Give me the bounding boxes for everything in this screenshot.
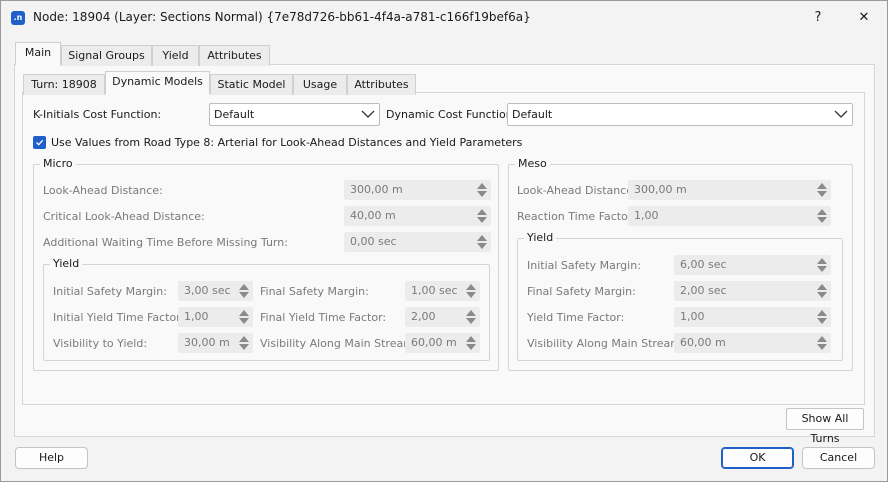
meso-title: Meso — [515, 157, 550, 170]
tab-turn-18908[interactable]: Turn: 18908 — [23, 74, 105, 95]
app-icon: .n — [11, 11, 25, 25]
spinbox[interactable]: 1,00 — [178, 307, 253, 327]
spin-arrows-icon[interactable] — [238, 335, 250, 351]
tab-attributes[interactable]: Attributes — [199, 45, 270, 66]
spinbox[interactable]: 0,00 sec — [344, 232, 491, 252]
k-initials-value: Default — [214, 108, 255, 121]
help-title-button[interactable]: ? — [803, 7, 833, 29]
field-label: Final Safety Margin: — [260, 285, 369, 298]
k-initials-combo[interactable]: Default — [209, 103, 380, 126]
spinbox[interactable]: 60,00 m — [674, 333, 831, 353]
field-label: Additional Waiting Time Before Missing T… — [43, 236, 288, 249]
field-label: Final Yield Time Factor: — [260, 311, 387, 324]
meso-yield-title: Yield — [524, 231, 557, 244]
spinbox-value: 0,00 sec — [350, 235, 397, 248]
field-label: Initial Safety Margin: — [527, 259, 641, 272]
dialog-window: .n Node: 18904 (Layer: Sections Normal) … — [0, 0, 888, 482]
spinbox-value: 3,00 sec — [184, 284, 231, 297]
spinbox-value: 300,00 m — [634, 183, 687, 196]
field-label: Final Safety Margin: — [527, 285, 636, 298]
micro-yield-title: Yield — [50, 257, 83, 270]
tab-yield[interactable]: Yield — [152, 45, 199, 66]
use-values-checkbox[interactable] — [33, 136, 46, 149]
spinbox[interactable]: 40,00 m — [344, 206, 491, 226]
spinbox[interactable]: 300,00 m — [344, 180, 491, 200]
spin-arrows-icon[interactable] — [465, 309, 477, 325]
tab-dynamic-models[interactable]: Dynamic Models — [105, 71, 210, 94]
chevron-down-icon — [834, 110, 848, 118]
dynamic-cost-combo[interactable]: Default — [507, 103, 853, 126]
close-button[interactable]: ✕ — [849, 7, 879, 29]
spinbox-value: 1,00 sec — [411, 284, 458, 297]
spinbox-value: 6,00 sec — [680, 258, 727, 271]
spinbox[interactable]: 6,00 sec — [674, 255, 831, 275]
field-label: Visibility to Yield: — [53, 337, 148, 350]
spinbox-value: 60,00 m — [680, 336, 726, 349]
tab-main[interactable]: Main — [15, 42, 61, 65]
help-button[interactable]: Help — [15, 447, 88, 469]
field-label: Initial Yield Time Factor: — [53, 311, 185, 324]
spinbox-value: 2,00 sec — [680, 284, 727, 297]
spin-arrows-icon[interactable] — [816, 335, 828, 351]
spinbox[interactable]: 300,00 m — [628, 180, 831, 200]
tab-attributes[interactable]: Attributes — [347, 74, 416, 95]
show-all-turns-button[interactable]: Show All Turns — [786, 408, 864, 445]
checkmark-icon — [36, 139, 44, 146]
dynamic-cost-label: Dynamic Cost Function: — [386, 108, 517, 121]
field-label: Critical Look-Ahead Distance: — [43, 210, 205, 223]
spinbox-value: 300,00 m — [350, 183, 403, 196]
field-label: Reaction Time Factor: — [517, 210, 636, 223]
spinbox-value: 1,00 — [680, 310, 705, 323]
use-values-label: Use Values from Road Type 8: Arterial fo… — [51, 136, 523, 149]
spinbox[interactable]: 3,00 sec — [178, 281, 253, 301]
field-label: Initial Safety Margin: — [53, 285, 167, 298]
spin-arrows-icon[interactable] — [476, 234, 488, 250]
spin-arrows-icon[interactable] — [238, 283, 250, 299]
tab-static-model[interactable]: Static Model — [210, 74, 293, 95]
spinbox[interactable]: 1,00 — [674, 307, 831, 327]
spin-arrows-icon[interactable] — [816, 257, 828, 273]
ok-button[interactable]: OK — [721, 447, 794, 469]
spin-arrows-icon[interactable] — [816, 283, 828, 299]
spin-arrows-icon[interactable] — [816, 208, 828, 224]
window-title: Node: 18904 (Layer: Sections Normal) {7e… — [33, 10, 531, 24]
k-initials-label: K-Initials Cost Function: — [33, 108, 162, 121]
micro-title: Micro — [40, 157, 76, 170]
spinbox[interactable]: 30,00 m — [178, 333, 253, 353]
spinbox[interactable]: 2,00 sec — [674, 281, 831, 301]
spin-arrows-icon[interactable] — [816, 182, 828, 198]
chevron-down-icon — [361, 110, 375, 118]
field-label: Yield Time Factor: — [527, 311, 625, 324]
spinbox-value: 1,00 — [184, 310, 209, 323]
field-label: Visibility Along Main Stream: — [260, 337, 418, 350]
spin-arrows-icon[interactable] — [238, 309, 250, 325]
tab-signal-groups[interactable]: Signal Groups — [61, 45, 152, 66]
cancel-button[interactable]: Cancel — [802, 447, 875, 469]
spinbox-value: 40,00 m — [350, 209, 396, 222]
spinbox-value: 60,00 m — [411, 336, 457, 349]
tab-usage[interactable]: Usage — [293, 74, 347, 95]
dynamic-cost-value: Default — [512, 108, 553, 121]
spin-arrows-icon[interactable] — [476, 182, 488, 198]
spinbox[interactable]: 1,00 — [628, 206, 831, 226]
spinbox[interactable]: 60,00 m — [405, 333, 480, 353]
field-label: Visibility Along Main Stream: — [527, 337, 685, 350]
spinbox[interactable]: 2,00 — [405, 307, 480, 327]
spinbox[interactable]: 1,00 sec — [405, 281, 480, 301]
spin-arrows-icon[interactable] — [465, 335, 477, 351]
spin-arrows-icon[interactable] — [465, 283, 477, 299]
spin-arrows-icon[interactable] — [476, 208, 488, 224]
spinbox-value: 1,00 — [634, 209, 659, 222]
spinbox-value: 30,00 m — [184, 336, 230, 349]
field-label: Look-Ahead Distance: — [517, 184, 637, 197]
spinbox-value: 2,00 — [411, 310, 436, 323]
spin-arrows-icon[interactable] — [816, 309, 828, 325]
field-label: Look-Ahead Distance: — [43, 184, 163, 197]
